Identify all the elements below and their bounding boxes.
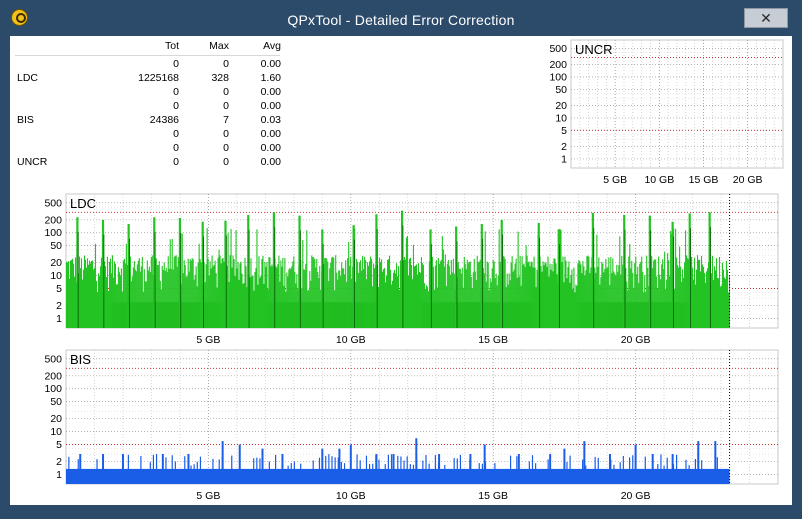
row-avg: 0.00 — [260, 142, 281, 154]
y-tick-label: 5 — [561, 125, 567, 137]
row-label: UNCR — [17, 156, 48, 168]
y-tick-label: 100 — [44, 227, 62, 239]
y-tick-label: 10 — [50, 426, 62, 438]
x-tick-label: 20 GB — [621, 490, 651, 502]
x-tick-label: 20 GB — [621, 334, 651, 346]
row-tot: 0 — [173, 142, 179, 154]
row-avg: 0.03 — [260, 114, 281, 126]
stats-row: BIS 24386 7 0.03 — [15, 114, 285, 127]
row-max: 0 — [223, 58, 229, 70]
y-tick-label: 2 — [56, 456, 62, 468]
x-tick-label: 15 GB — [478, 490, 508, 502]
stats-row: 0 0 0.00 — [15, 142, 285, 155]
y-tick-label: 500 — [44, 353, 62, 365]
y-tick-label: 200 — [44, 214, 62, 226]
stats-row: LDC 1225168 328 1.60 — [15, 72, 285, 85]
stats-row: 0 0 0.00 — [15, 100, 285, 113]
y-tick-label: 2 — [561, 141, 567, 153]
y-tick-label: 500 — [549, 43, 567, 55]
y-tick-label: 2 — [56, 300, 62, 312]
header-divider — [15, 55, 280, 56]
row-max: 0 — [223, 100, 229, 112]
y-tick-label: 200 — [549, 59, 567, 71]
x-tick-label: 10 GB — [336, 490, 366, 502]
row-max: 7 — [223, 114, 229, 126]
y-tick-label: 100 — [549, 71, 567, 83]
row-label: LDC — [17, 72, 39, 84]
x-tick-label: 15 GB — [689, 174, 719, 186]
title-bar[interactable]: QPxTool - Detailed Error Correction ✕ — [0, 0, 802, 36]
x-tick-label: 20 GB — [733, 174, 763, 186]
bis-chart: 5002001005020105215 GB 10 GB 15 GB 20 GBBIS — [44, 349, 779, 502]
uncr-chart: 5002001005020105215 GB 10 GB 15 GB 20 GBUNC… — [549, 39, 784, 186]
row-max: 328 — [211, 72, 229, 84]
y-tick-label: 50 — [50, 396, 62, 408]
row-tot: 0 — [173, 128, 179, 140]
x-tick-label: 5 GB — [196, 334, 220, 346]
row-max: 0 — [223, 128, 229, 140]
header-avg: Avg — [263, 40, 281, 52]
row-avg: 0.00 — [260, 156, 281, 168]
row-avg: 1.60 — [260, 72, 281, 84]
row-max: 0 — [223, 86, 229, 98]
stats-row: UNCR 0 0 0.00 — [15, 156, 285, 169]
row-label: BIS — [17, 114, 34, 126]
window-title: QPxTool - Detailed Error Correction — [287, 12, 515, 28]
chart-title: LDC — [70, 196, 96, 211]
header-max: Max — [209, 40, 229, 52]
y-tick-label: 5 — [56, 439, 62, 451]
y-tick-label: 200 — [44, 370, 62, 382]
y-tick-label: 50 — [555, 84, 567, 96]
y-tick-label: 1 — [56, 313, 62, 325]
x-tick-label: 15 GB — [478, 334, 508, 346]
row-max: 0 — [223, 156, 229, 168]
row-avg: 0.00 — [260, 86, 281, 98]
row-avg: 0.00 — [260, 128, 281, 140]
stats-header-row: Tot Max Avg — [15, 40, 285, 53]
row-avg: 0.00 — [260, 100, 281, 112]
row-tot: 0 — [173, 100, 179, 112]
row-max: 0 — [223, 142, 229, 154]
y-tick-label: 10 — [50, 270, 62, 282]
client-area: Tot Max Avg 0 0 0.00 LDC 1225168 328 1.60 0 0 0.0… — [10, 36, 792, 505]
chart-title: UNCR — [575, 42, 613, 57]
y-tick-label: 1 — [56, 469, 62, 481]
y-tick-label: 20 — [555, 100, 567, 112]
y-tick-label: 500 — [44, 197, 62, 209]
y-tick-label: 10 — [555, 112, 567, 124]
row-tot: 0 — [173, 86, 179, 98]
y-tick-label: 20 — [50, 257, 62, 269]
row-tot: 24386 — [149, 114, 179, 126]
y-tick-label: 20 — [50, 413, 62, 425]
stats-row: 0 0 0.00 — [15, 58, 285, 71]
stats-row: 0 0 0.00 — [15, 86, 285, 99]
y-tick-label: 5 — [56, 283, 62, 295]
y-tick-label: 100 — [44, 383, 62, 395]
app-window: QPxTool - Detailed Error Correction ✕ To… — [0, 0, 802, 519]
y-tick-label: 1 — [561, 153, 567, 165]
row-tot: 0 — [173, 58, 179, 70]
ldc-chart: 5002001005020105215 GB 10 GB 15 GB 20 GBLDC — [44, 193, 779, 346]
y-tick-label: 50 — [50, 240, 62, 252]
x-tick-label: 10 GB — [336, 334, 366, 346]
header-tot: Tot — [164, 40, 179, 52]
row-avg: 0.00 — [260, 58, 281, 70]
x-tick-label: 10 GB — [644, 174, 674, 186]
chart-title: BIS — [70, 352, 91, 367]
x-tick-label: 5 GB — [196, 490, 220, 502]
close-button[interactable]: ✕ — [744, 8, 788, 28]
stats-row: 0 0 0.00 — [15, 128, 285, 141]
row-tot: 0 — [173, 156, 179, 168]
x-tick-label: 5 GB — [603, 174, 627, 186]
row-tot: 1225168 — [138, 72, 179, 84]
